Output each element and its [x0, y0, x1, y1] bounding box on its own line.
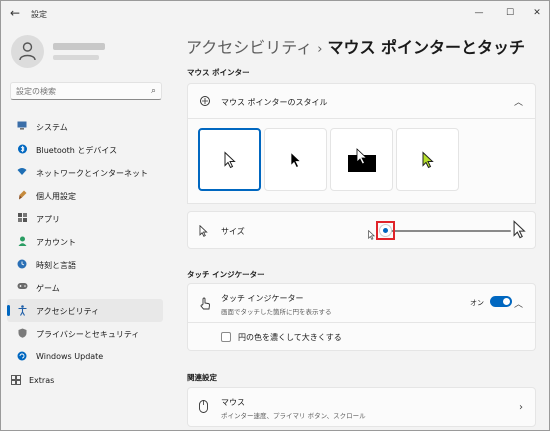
pointer-style-icon [199, 95, 211, 110]
mouse-settings-label: マウス [221, 398, 245, 407]
gamepad-icon [17, 282, 28, 292]
toggle-state-label: オン [470, 299, 484, 307]
sidebar-item-label: 個人用設定 [36, 192, 76, 201]
active-indicator [7, 305, 10, 316]
sidebar-item-label: プライバシーとセキュリティ [36, 330, 140, 339]
accessibility-icon [17, 305, 27, 316]
pointer-style-header[interactable]: マウス ポインターのスタイル ︿ [187, 83, 536, 119]
apps-icon [17, 213, 27, 223]
sidebar-item-label: アプリ [36, 215, 60, 224]
touch-option-row: 円の色を濃くして大きくする [187, 323, 536, 351]
darker-larger-checkbox[interactable] [221, 332, 231, 342]
page-title: マウス ポインターとタッチ [327, 38, 526, 57]
sidebar-item-label: Windows Update [36, 352, 104, 361]
touch-indicator-toggle[interactable] [490, 296, 512, 307]
user-name-redacted [53, 43, 105, 50]
settings-window: ← 設定 — ☐ ✕ ⌕ システムBluetooth とデバイスネットワークとイ… [0, 0, 550, 431]
shield-icon [17, 328, 27, 338]
toggle-knob [503, 298, 510, 305]
breadcrumb-parent[interactable]: アクセシビリティ [186, 38, 312, 57]
inverted-cursor-icon [347, 147, 376, 172]
pointer-style-white[interactable] [198, 128, 261, 191]
sidebar-item-gamepad[interactable]: ゲーム [7, 276, 163, 299]
pointer-icon [199, 224, 208, 240]
pointer-style-custom[interactable] [396, 128, 459, 191]
mouse-icon [199, 400, 208, 416]
sidebar-item-label: システム [36, 123, 68, 132]
touch-indicator-row: タッチ インジケーター 画面でタッチした箇所に円を表示する オン ︿ [187, 283, 536, 323]
pointer-style-inverted[interactable] [330, 128, 393, 191]
wifi-icon [17, 167, 27, 177]
main-content: アクセシビリティ › マウス ポインターとタッチ マウス ポインター マウス ポイン… [177, 1, 549, 430]
sidebar-item-update[interactable]: Windows Update [7, 345, 163, 368]
sidebar-item-wifi[interactable]: ネットワークとインターネット [7, 161, 163, 184]
pointer-size-row: サイズ [187, 211, 536, 249]
sidebar-item-label: アクセシビリティ [36, 307, 100, 316]
sidebar-item-extras[interactable]: Extras [7, 369, 163, 392]
touch-indicator-desc: 画面でタッチした箇所に円を表示する [221, 308, 332, 316]
search-icon[interactable]: ⌕ [151, 86, 156, 96]
breadcrumb-separator: › [317, 42, 323, 57]
sidebar-item-globe-clock[interactable]: 時刻と言語 [7, 253, 163, 276]
extras-icon [11, 375, 21, 385]
breadcrumb: アクセシビリティ › マウス ポインターとタッチ [186, 34, 525, 58]
mouse-settings-link[interactable]: マウス ポインター速度、プライマリ ボタン、スクロール › [187, 387, 536, 427]
touch-indicator-label: タッチ インジケーター [221, 294, 304, 303]
sidebar-item-label: Bluetooth とデバイス [36, 146, 118, 155]
avatar [11, 35, 44, 68]
section-mouse-pointer: マウス ポインター [187, 68, 250, 77]
section-related-settings: 関連設定 [187, 373, 217, 382]
size-slider-track[interactable] [389, 230, 511, 232]
update-icon [17, 351, 27, 361]
back-arrow-icon[interactable]: ← [10, 6, 20, 20]
search-input[interactable] [16, 86, 144, 97]
sidebar-item-label: アカウント [36, 238, 76, 247]
sidebar-item-shield[interactable]: プライバシーとセキュリティ [7, 322, 163, 345]
mouse-settings-desc: ポインター速度、プライマリ ボタン、スクロール [221, 412, 366, 420]
large-cursor-icon [513, 220, 526, 243]
sidebar-item-apps[interactable]: アプリ [7, 207, 163, 230]
highlight-box [376, 221, 395, 240]
darker-larger-label: 円の色を濃くして大きくする [238, 333, 342, 342]
black-cursor-icon [290, 151, 301, 168]
chevron-right-icon: › [519, 402, 523, 413]
sidebar-item-brush[interactable]: 個人用設定 [7, 184, 163, 207]
app-title: 設定 [31, 10, 47, 19]
account-icon [17, 236, 27, 246]
custom-cursor-icon [422, 151, 434, 168]
sidebar-item-label: ゲーム [36, 284, 60, 293]
person-icon [19, 42, 36, 61]
sidebar-item-label: Extras [29, 376, 55, 385]
user-email-redacted [53, 55, 99, 60]
chevron-up-icon[interactable]: ︿ [514, 95, 523, 108]
chevron-up-icon[interactable]: ︿ [514, 297, 523, 310]
sidebar-item-accessibility[interactable]: アクセシビリティ [7, 299, 163, 322]
brush-icon [17, 190, 27, 200]
pointer-style-options [187, 119, 536, 204]
monitor-icon [17, 121, 27, 131]
sidebar-item-label: 時刻と言語 [36, 261, 76, 270]
sidebar-item-bluetooth[interactable]: Bluetooth とデバイス [7, 138, 163, 161]
pointer-style-black[interactable] [264, 128, 327, 191]
touch-hand-icon [199, 297, 211, 313]
search-box[interactable]: ⌕ [10, 82, 162, 100]
small-cursor-icon [368, 225, 376, 244]
sidebar-nav: システム Bluetooth とデバイスネットワークとインターネット 個人用設定アプ… [7, 115, 163, 392]
bluetooth-icon [17, 144, 27, 154]
globe-clock-icon [17, 259, 27, 269]
section-touch-indicator: タッチ インジケーター [187, 270, 265, 279]
pointer-size-label: サイズ [221, 227, 245, 236]
sidebar-item-label: ネットワークとインターネット [36, 169, 148, 178]
sidebar-item-monitor[interactable]: システム [7, 115, 163, 138]
white-cursor-icon [224, 151, 236, 168]
pointer-style-label: マウス ポインターのスタイル [221, 98, 328, 107]
sidebar-item-account[interactable]: アカウント [7, 230, 163, 253]
